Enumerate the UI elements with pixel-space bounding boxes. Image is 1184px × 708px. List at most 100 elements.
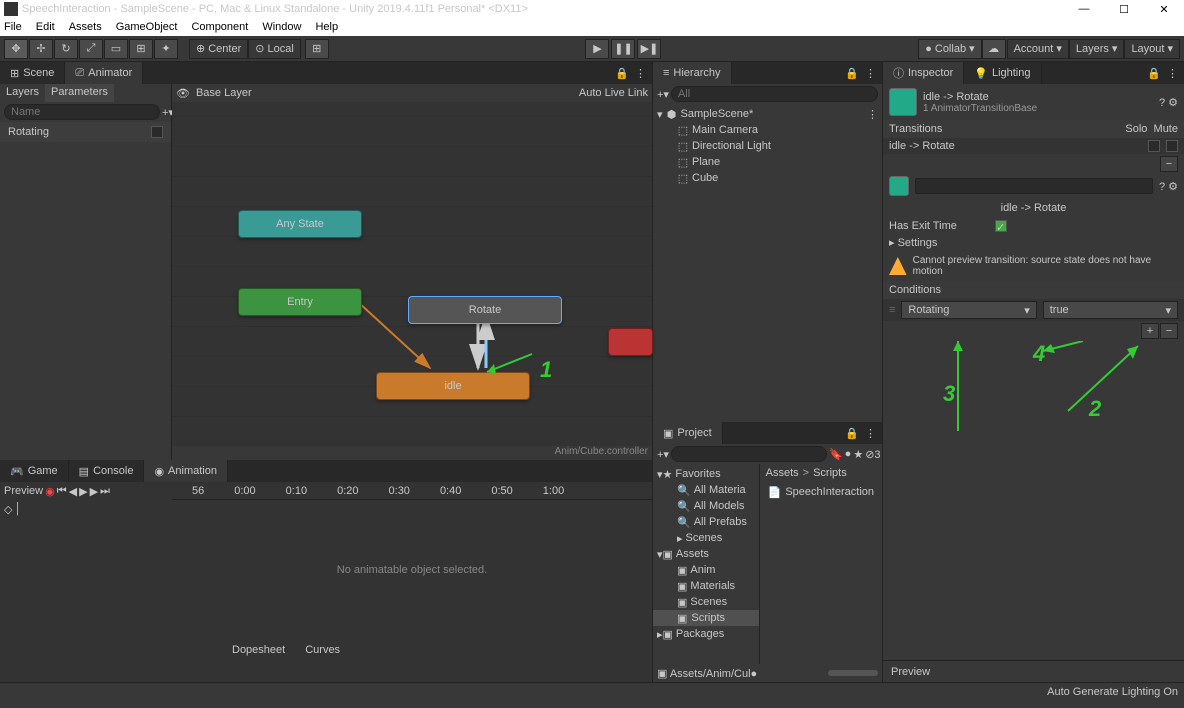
- record-button[interactable]: ◉: [45, 485, 55, 498]
- rotate-tool[interactable]: ↻: [54, 39, 78, 59]
- pause-button[interactable]: ❚❚: [611, 39, 635, 59]
- param-search[interactable]: [4, 104, 160, 120]
- project-search[interactable]: [671, 446, 827, 462]
- scale-tool[interactable]: ⤢: [79, 39, 103, 59]
- packages-folder[interactable]: ▸▣Packages: [653, 626, 759, 642]
- folder-item-selected[interactable]: ▣Scripts: [653, 610, 759, 626]
- condition-value-dropdown[interactable]: true▾: [1043, 301, 1178, 319]
- menu-window[interactable]: Window: [262, 21, 301, 33]
- layers-dropdown[interactable]: Layers ▾: [1069, 39, 1125, 59]
- settings-foldout[interactable]: ▸ Settings: [889, 236, 937, 249]
- minimize-button[interactable]: —: [1064, 0, 1104, 18]
- hierarchy-item[interactable]: ⬚Main Camera: [653, 122, 882, 138]
- custom-tool[interactable]: ✦: [154, 39, 178, 59]
- favorite-item[interactable]: ▸Scenes: [653, 530, 759, 546]
- close-button[interactable]: ✕: [1144, 0, 1184, 18]
- move-tool[interactable]: ✢: [29, 39, 53, 59]
- help-icon[interactable]: ? ⚙: [1159, 96, 1178, 109]
- menu-help[interactable]: Help: [315, 21, 338, 33]
- hand-tool[interactable]: ✥: [4, 39, 28, 59]
- favorite-filter-icon[interactable]: ★: [853, 448, 863, 461]
- last-frame-button[interactable]: ⏭: [100, 485, 110, 498]
- assets-folder[interactable]: ▾▣Assets: [653, 546, 759, 562]
- mute-checkbox[interactable]: [1166, 140, 1178, 152]
- tab-project[interactable]: ▣ Project: [653, 422, 723, 444]
- transition-name-field[interactable]: [915, 178, 1153, 194]
- hierarchy-item[interactable]: ⬚Cube: [653, 170, 882, 186]
- context-menu-icon[interactable]: ⋮: [635, 67, 646, 80]
- play-anim-button[interactable]: ▶: [79, 485, 87, 498]
- node-entry[interactable]: Entry: [238, 288, 362, 316]
- rect-tool[interactable]: ▭: [104, 39, 128, 59]
- context-menu-icon[interactable]: ⋮: [865, 427, 876, 440]
- pivot-toggle[interactable]: ⊕Center: [189, 39, 248, 59]
- animator-graph[interactable]: Any State Entry Rotate idle 1: [172, 102, 652, 446]
- favorite-item[interactable]: 🔍All Prefabs: [653, 514, 759, 530]
- node-exit[interactable]: [608, 328, 653, 356]
- tab-animation[interactable]: ◉ Animation: [144, 460, 228, 482]
- help-icon[interactable]: ? ⚙: [1159, 180, 1178, 193]
- lock-icon[interactable]: 🔒: [845, 67, 859, 80]
- menu-component[interactable]: Component: [191, 21, 248, 33]
- solo-checkbox[interactable]: [1148, 140, 1160, 152]
- parameters-tab[interactable]: Parameters: [45, 84, 114, 102]
- add-event-button[interactable]: │: [14, 503, 21, 515]
- folder-item[interactable]: ▣Materials: [653, 578, 759, 594]
- param-item[interactable]: Rotating: [0, 122, 171, 142]
- transition-item[interactable]: idle -> Rotate: [889, 140, 1142, 152]
- tab-console[interactable]: ▤ Console: [69, 460, 145, 482]
- has-exit-checkbox[interactable]: ✓: [995, 220, 1007, 232]
- asset-file[interactable]: 📄SpeechInteraction: [764, 484, 878, 500]
- hierarchy-scene[interactable]: ▾ ⬢SampleScene*⋮: [653, 106, 882, 122]
- account-dropdown[interactable]: Account ▾: [1007, 39, 1069, 59]
- collab-dropdown[interactable]: ●Collab ▾: [918, 39, 981, 59]
- tab-animator[interactable]: ⎚ Animator: [65, 62, 143, 84]
- step-button[interactable]: ▶❚: [637, 39, 661, 59]
- folder-item[interactable]: ▣Scenes: [653, 594, 759, 610]
- remove-condition-button[interactable]: −: [1160, 323, 1178, 339]
- node-anystate[interactable]: Any State: [238, 210, 362, 238]
- add-condition-button[interactable]: +: [1141, 323, 1159, 339]
- add-keyframe-button[interactable]: ◇: [4, 503, 12, 516]
- scene-menu-icon[interactable]: ⋮: [867, 108, 878, 121]
- timeline-ruler[interactable]: 56 0:000:100:200:300:400:501:00: [172, 482, 652, 500]
- param-checkbox[interactable]: [151, 126, 163, 138]
- tab-inspector[interactable]: ⓘ Inspector: [883, 62, 964, 84]
- menu-assets[interactable]: Assets: [69, 21, 102, 33]
- context-menu-icon[interactable]: ⋮: [865, 67, 876, 80]
- create-dropdown[interactable]: +▾: [657, 448, 669, 461]
- menu-gameobject[interactable]: GameObject: [116, 21, 178, 33]
- next-frame-button[interactable]: ▶: [90, 485, 98, 498]
- dopesheet-tab[interactable]: Dopesheet: [232, 644, 285, 656]
- auto-live-link[interactable]: Auto Live Link: [579, 87, 648, 99]
- cloud-button[interactable]: ☁: [982, 39, 1006, 59]
- menu-file[interactable]: File: [4, 21, 22, 33]
- tab-lighting[interactable]: 💡 Lighting: [964, 62, 1041, 84]
- hierarchy-item[interactable]: ⬚Plane: [653, 154, 882, 170]
- filter-type-icon[interactable]: 🔖: [829, 448, 843, 461]
- space-toggle[interactable]: ⊙Local: [248, 39, 301, 59]
- tab-game[interactable]: 🎮 Game: [0, 460, 69, 482]
- eye-icon[interactable]: 👁: [176, 87, 190, 100]
- create-dropdown[interactable]: +▾: [657, 88, 669, 101]
- folder-item[interactable]: ▣Anim: [653, 562, 759, 578]
- snap-toggle[interactable]: ⊞: [305, 39, 329, 59]
- hierarchy-item[interactable]: ⬚Directional Light: [653, 138, 882, 154]
- hidden-count[interactable]: ⊘3: [865, 448, 880, 461]
- base-layer-label[interactable]: Base Layer: [196, 87, 252, 99]
- transform-tool[interactable]: ⊞: [129, 39, 153, 59]
- tab-hierarchy[interactable]: ≡ Hierarchy: [653, 62, 732, 84]
- favorite-item[interactable]: 🔍All Materia: [653, 482, 759, 498]
- lock-icon[interactable]: 🔒: [845, 427, 859, 440]
- lock-icon[interactable]: 🔒: [1147, 67, 1161, 80]
- tab-scene[interactable]: ⊞ Scene: [0, 62, 65, 84]
- menu-edit[interactable]: Edit: [36, 21, 55, 33]
- node-rotate[interactable]: Rotate: [408, 296, 562, 324]
- lock-icon[interactable]: 🔒: [615, 67, 629, 80]
- context-menu-icon[interactable]: ⋮: [1167, 67, 1178, 80]
- layers-tab[interactable]: Layers: [0, 84, 45, 102]
- maximize-button[interactable]: ☐: [1104, 0, 1144, 18]
- layout-dropdown[interactable]: Layout ▾: [1124, 39, 1180, 59]
- preview-label[interactable]: Preview: [4, 485, 43, 497]
- condition-param-dropdown[interactable]: Rotating▾: [901, 301, 1036, 319]
